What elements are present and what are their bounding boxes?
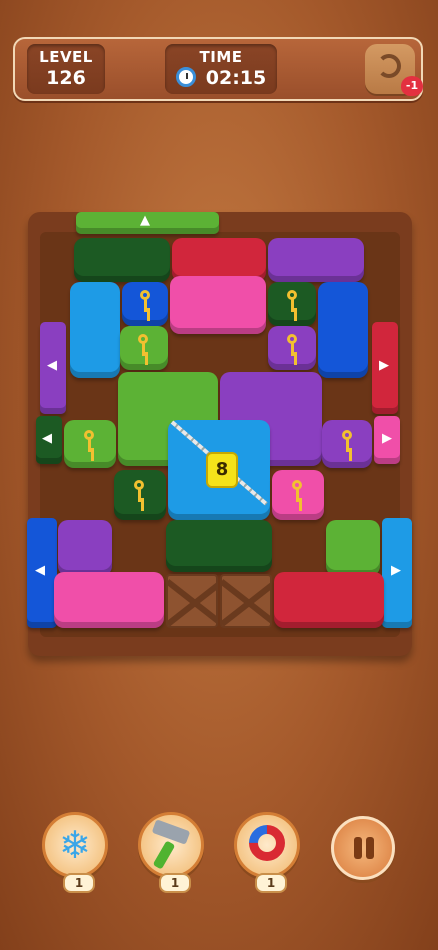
block-darkgreen[interactable]: [74, 238, 170, 282]
timer-panel: TIME 02:15: [165, 44, 277, 94]
hammer-handle: [152, 840, 176, 870]
exit-gate-left-darkgreen: ◀: [36, 416, 62, 464]
block-pink[interactable]: [170, 276, 266, 334]
key-icon: [138, 290, 152, 312]
key-icon: [132, 480, 146, 502]
arrow-up-icon: ▲: [140, 213, 150, 228]
clock-icon: [175, 67, 196, 87]
arrow-left-icon: ◀: [47, 358, 57, 373]
block-darkblue[interactable]: [318, 282, 368, 378]
block-key-darkgreen[interactable]: [114, 470, 166, 520]
block-green[interactable]: [326, 520, 380, 576]
exit-gate-left-blue: ◀: [27, 518, 57, 628]
arrow-right-icon: ▶: [382, 431, 392, 446]
key-icon: [290, 480, 304, 502]
exit-gate-right-pink: ▶: [374, 416, 400, 464]
lock-counter-badge: 8: [206, 452, 238, 488]
key-icon: [285, 334, 299, 356]
arrow-left-icon: ◀: [35, 563, 45, 578]
block-key-darkblue[interactable]: [122, 282, 168, 326]
hammer-count: 1: [159, 873, 191, 893]
level-value: 126: [46, 67, 86, 89]
arrow-left-icon: ◀: [42, 431, 52, 446]
magnet-icon: [241, 817, 293, 869]
arrow-right-icon: ▶: [379, 358, 389, 373]
exit-gate-left-purple: ◀: [40, 322, 66, 414]
block-key-darkgreen[interactable]: [268, 282, 316, 326]
block-key-pink[interactable]: [272, 470, 324, 520]
arrow-right-icon: ▶: [391, 563, 401, 578]
time-value: 02:15: [205, 67, 267, 89]
block-key-purple[interactable]: [322, 420, 372, 468]
freeze-booster-button[interactable]: ❄ 1: [42, 812, 108, 893]
undo-icon: [377, 54, 401, 78]
block-key-purple[interactable]: [268, 326, 316, 370]
level-label: LEVEL: [39, 48, 93, 66]
key-icon: [285, 290, 299, 312]
hammer-icon: [151, 819, 191, 845]
block-blue[interactable]: [70, 282, 120, 378]
block-pink[interactable]: [54, 572, 164, 628]
pause-button[interactable]: [331, 816, 395, 880]
magnet-count: 1: [255, 873, 287, 893]
exit-gate-right-red: ▶: [372, 322, 398, 414]
block-key-green[interactable]: [120, 326, 168, 370]
block-red[interactable]: [274, 572, 384, 628]
block-darkgreen[interactable]: [166, 520, 272, 572]
wooden-crate: [166, 574, 218, 628]
block-purple[interactable]: [268, 238, 364, 282]
magnet-booster-button[interactable]: 1: [234, 812, 300, 893]
exit-gate-right-blue: ▶: [382, 518, 412, 628]
wooden-crate: [220, 574, 272, 628]
key-icon: [136, 334, 150, 356]
key-icon: [340, 430, 354, 452]
undo-button[interactable]: -1: [365, 44, 423, 96]
key-icon: [82, 430, 96, 452]
block-purple[interactable]: [58, 520, 112, 576]
heart-cost-badge: -1: [401, 76, 423, 96]
hammer-booster-button[interactable]: 1: [138, 812, 204, 893]
freeze-count: 1: [63, 873, 95, 893]
snowflake-icon: ❄: [59, 823, 91, 867]
top-hud: LEVEL 126 TIME 02:15 -1: [13, 37, 423, 101]
block-key-green[interactable]: [64, 420, 116, 468]
exit-gate-top-green: ▲: [76, 212, 219, 234]
time-label: TIME: [199, 48, 243, 66]
level-panel: LEVEL 126: [27, 44, 105, 94]
